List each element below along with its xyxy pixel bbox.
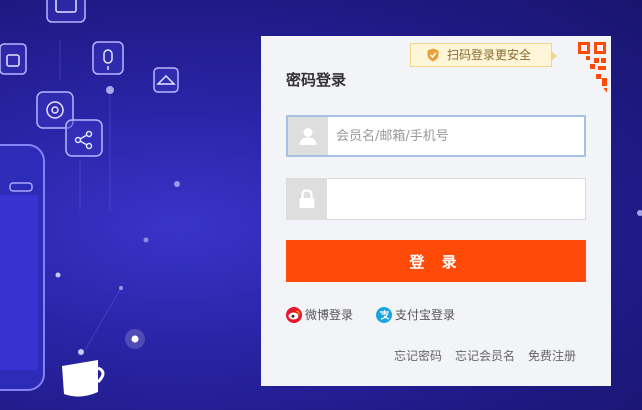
lock-icon bbox=[287, 179, 327, 219]
alipay-icon bbox=[376, 306, 392, 323]
login-button[interactable]: 登 录 bbox=[286, 240, 586, 282]
help-links: 忘记密码 忘记会员名 免费注册 bbox=[394, 347, 576, 364]
password-field[interactable] bbox=[286, 178, 586, 220]
qr-code-icon[interactable] bbox=[566, 40, 608, 94]
shield-icon bbox=[427, 48, 439, 62]
alipay-login-label: 支付宝登录 bbox=[395, 308, 456, 322]
login-title: 密码登录 bbox=[286, 71, 347, 89]
login-panel: 密码登录 扫码登录更安全 会员名/邮箱/手机号 登 录 微博登录 支付宝登录 忘… bbox=[261, 36, 611, 386]
register-link[interactable]: 免费注册 bbox=[528, 347, 576, 364]
user-icon bbox=[288, 117, 328, 155]
weibo-icon bbox=[286, 306, 302, 323]
qr-login-tip[interactable]: 扫码登录更安全 bbox=[410, 43, 557, 67]
password-input[interactable] bbox=[335, 179, 575, 219]
weibo-login-label: 微博登录 bbox=[305, 308, 354, 322]
alipay-login-link[interactable]: 支付宝登录 bbox=[376, 306, 455, 323]
weibo-login-link[interactable]: 微博登录 bbox=[286, 306, 353, 323]
username-input[interactable] bbox=[336, 117, 576, 155]
forgot-username-link[interactable]: 忘记会员名 bbox=[455, 347, 515, 364]
forgot-password-link[interactable]: 忘记密码 bbox=[394, 347, 442, 364]
username-field[interactable] bbox=[286, 115, 586, 157]
qr-tip-label: 扫码登录更安全 bbox=[447, 48, 532, 62]
